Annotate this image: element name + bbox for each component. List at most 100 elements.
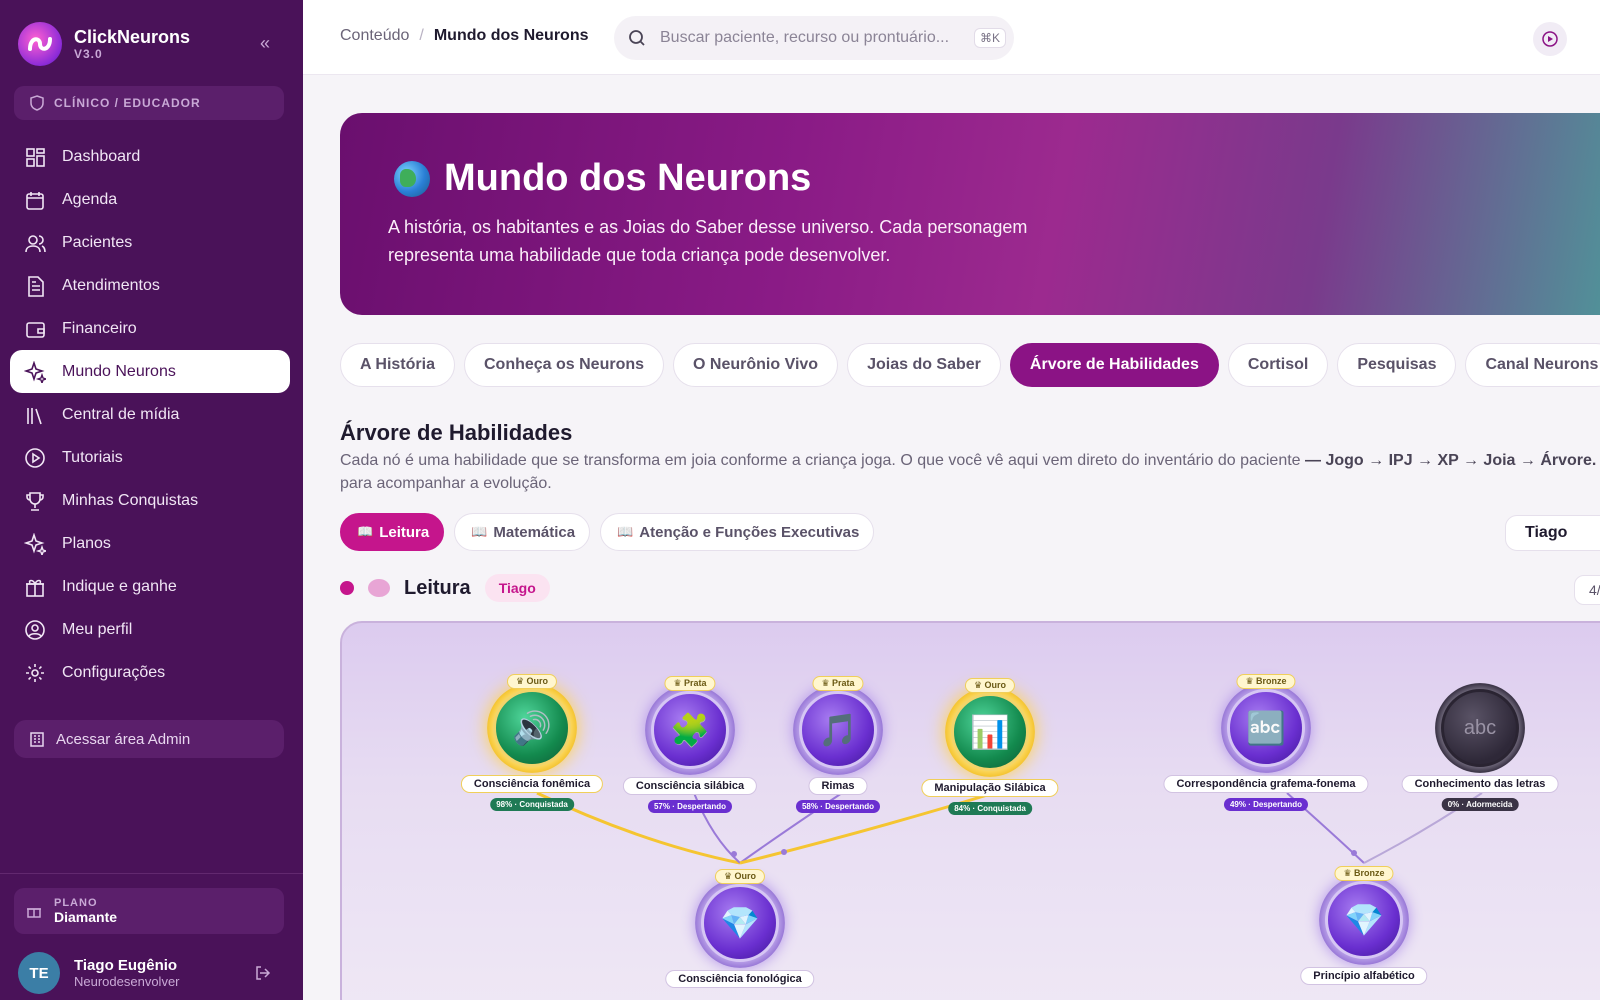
- skill-node[interactable]: 📊 ♛ Ouro Manipulação Silábica 84% · Conquis…: [921, 678, 1059, 815]
- skill-group-header: Leitura Tiago: [340, 574, 550, 602]
- breadcrumb-separator: /: [419, 27, 424, 44]
- section-desc-start: Cada nó é uma habilidade que se transfor…: [340, 452, 1306, 469]
- skill-icon: 🧩: [651, 691, 729, 769]
- skill-node-label: Conhecimento das letras: [1401, 775, 1559, 793]
- hero-description: A história, os habitantes e as Joias do …: [388, 217, 1028, 265]
- user-name: Tiago Eugênio: [74, 957, 178, 974]
- skill-chip-label: Leitura: [379, 523, 430, 541]
- sidebar-item-pacientes[interactable]: Pacientes: [10, 221, 290, 264]
- skill-chip-label: Matemática: [493, 523, 576, 541]
- skill-node-label: Consciência fonêmica: [460, 775, 604, 793]
- sidebar-item-label: Minhas Conquistas: [62, 491, 199, 509]
- collapse-sidebar-icon[interactable]: «: [254, 32, 276, 54]
- user-profile[interactable]: TE Tiago Eugênio Neurodesenvolver: [18, 952, 180, 994]
- user-circle-icon: [25, 619, 45, 640]
- search-box[interactable]: ⌘K: [614, 16, 1014, 60]
- calendar-icon: [26, 191, 44, 210]
- tier-badge: ♛ Prata: [664, 676, 716, 691]
- sidebar-item-planos[interactable]: Planos: [10, 522, 290, 565]
- brand-name: ClickNeurons: [74, 27, 191, 47]
- sidebar-item-tutoriais[interactable]: Tutoriais: [10, 436, 290, 479]
- tab-3[interactable]: O Neurônio Vivo: [673, 343, 839, 387]
- plan-card[interactable]: PLANO Diamante: [14, 888, 284, 934]
- tab-2[interactable]: Conheça os Neurons: [463, 343, 665, 387]
- skill-node[interactable]: 🎵 ♛ Prata Rimas 58% · Despertando: [793, 676, 883, 813]
- sidebar-item-financeiro[interactable]: Financeiro: [10, 307, 290, 350]
- sidebar-item-minhas-conquistas[interactable]: Minhas Conquistas: [10, 479, 290, 522]
- patient-select[interactable]: Tiago: [1505, 515, 1600, 551]
- avatar: TE: [18, 952, 60, 994]
- hero-title: Mundo dos Neurons: [444, 157, 812, 199]
- sidebar: ClickNeurons V3.0 « CLÍNICO / EDUCADOR D…: [0, 0, 303, 1000]
- tab-7[interactable]: Pesquisas: [1337, 343, 1457, 387]
- skill-node-label: Rimas: [808, 777, 868, 795]
- sidebar-item-configura-es[interactable]: Configurações: [10, 651, 290, 694]
- user-role: Neurodesenvolver: [74, 974, 180, 989]
- skill-orb: 💎: [695, 878, 785, 968]
- sidebar-item-mundo-neurons[interactable]: Mundo Neurons: [10, 350, 290, 393]
- section-description-line2: para acompanhar a evolução.: [340, 475, 552, 492]
- sidebar-item-agenda[interactable]: Agenda: [10, 178, 290, 221]
- section-desc-tail: E: [1596, 452, 1600, 469]
- skill-chip-2[interactable]: 📖 Matemática: [454, 513, 591, 551]
- sidebar-item-label: Agenda: [62, 190, 118, 208]
- topbar: Conteúdo / Mundo dos Neurons ⌘K: [303, 0, 1600, 75]
- skill-progress-badge: 57% · Despertando: [647, 800, 733, 813]
- breadcrumb-current: Mundo dos Neurons: [433, 27, 589, 44]
- skill-chip-3[interactable]: 📖 Atenção e Funções Executivas: [600, 513, 875, 551]
- plan-value: Diamante: [54, 909, 118, 925]
- sidebar-item-indique-e-ganhe[interactable]: Indique e ganhe: [10, 565, 290, 608]
- tab-1[interactable]: A História: [340, 343, 455, 387]
- tab-8[interactable]: Canal Neurons: [1465, 343, 1600, 387]
- gift-icon: [26, 579, 44, 597]
- connector-dot: [781, 849, 787, 855]
- search-input[interactable]: [660, 29, 960, 47]
- users-icon: [25, 234, 46, 252]
- logout-icon[interactable]: [254, 964, 272, 987]
- skill-orb: 🎵: [793, 685, 883, 775]
- section-desc-flow: — Jogo → IPJ → XP → Joia → Árvore.: [1305, 452, 1597, 469]
- role-label: CLÍNICO / EDUCADOR: [54, 96, 201, 110]
- skill-node-label: Consciência silábica: [622, 777, 758, 795]
- skill-chip-1[interactable]: 📖 Leitura: [340, 513, 445, 551]
- skill-node[interactable]: 🔊 ♛ Ouro Consciência fonêmica 98% · Conquis…: [460, 674, 604, 811]
- tab-5[interactable]: Árvore de Habilidades: [1009, 343, 1219, 387]
- skill-progress-badge: 58% · Despertando: [795, 800, 881, 813]
- skill-node[interactable]: abc Conhecimento das letras 0% · Adormecid…: [1401, 683, 1559, 811]
- gift-icon: [27, 908, 41, 918]
- book-icon: 📖: [617, 524, 634, 539]
- brand[interactable]: ClickNeurons V3.0: [18, 22, 190, 66]
- sidebar-item-meu-perfil[interactable]: Meu perfil: [10, 608, 290, 651]
- sidebar-item-central-de-m-dia[interactable]: Central de mídia: [10, 393, 290, 436]
- sidebar-divider: [0, 873, 303, 874]
- skill-node[interactable]: 💎 ♛ Bronze Princípio alfabético: [1300, 866, 1428, 985]
- skill-orb: 🔊: [487, 683, 577, 773]
- tier-badge: ♛ Bronze: [1236, 674, 1296, 689]
- sidebar-item-atendimentos[interactable]: Atendimentos: [10, 264, 290, 307]
- skill-node[interactable]: 💎 ♛ Ouro Consciência fonológica: [665, 869, 815, 988]
- skill-node[interactable]: 🧩 ♛ Prata Consciência silábica 57% · Desper…: [622, 676, 758, 813]
- plan-label: PLANO: [54, 897, 98, 909]
- sidebar-item-label: Planos: [62, 534, 111, 552]
- skill-node-label: Correspondência grafema-fonema: [1163, 775, 1369, 793]
- section-title: Árvore de Habilidades: [340, 420, 573, 445]
- tab-4[interactable]: Joias do Saber: [847, 343, 1001, 387]
- brand-logo-icon: [18, 22, 62, 66]
- sidebar-item-label: Configurações: [62, 663, 166, 681]
- tab-6[interactable]: Cortisol: [1227, 343, 1329, 387]
- skill-orb: 🧩: [645, 685, 735, 775]
- breadcrumb-parent[interactable]: Conteúdo: [340, 27, 409, 45]
- sidebar-item-dashboard[interactable]: Dashboard: [10, 135, 290, 178]
- trophy-icon: [26, 491, 44, 511]
- tier-badge: ♛ Bronze: [1334, 866, 1394, 881]
- play-circle-icon[interactable]: [1533, 22, 1567, 56]
- admin-link-label: Acessar área Admin: [56, 730, 191, 748]
- tier-badge: ♛ Prata: [812, 676, 864, 691]
- skill-node-label: Princípio alfabético: [1300, 967, 1428, 985]
- progress-counter: 4/: [1574, 575, 1600, 605]
- skill-node[interactable]: 🔤 ♛ Bronze Correspondência grafema-fonema 4…: [1163, 674, 1369, 811]
- sidebar-item-label: Mundo Neurons: [62, 362, 176, 380]
- sidebar-item-label: Atendimentos: [62, 276, 160, 294]
- content-tabs: A História Conheça os Neurons O Neurônio V…: [340, 343, 1600, 387]
- admin-link[interactable]: Acessar área Admin: [14, 720, 284, 758]
